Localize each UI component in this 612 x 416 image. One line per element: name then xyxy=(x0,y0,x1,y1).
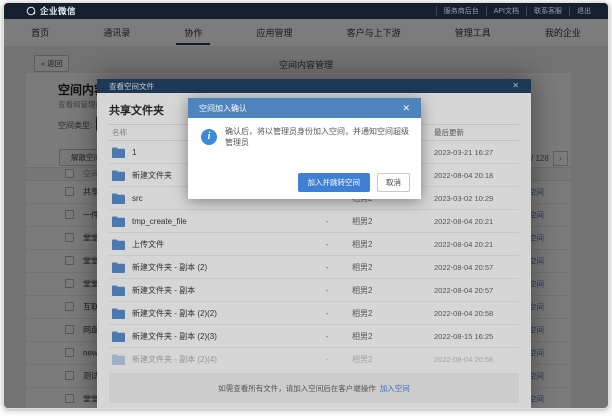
topbar-link[interactable]: 联系客服 xyxy=(526,6,569,16)
wecom-logo-icon xyxy=(26,6,36,16)
join-and-jump-button[interactable]: 加入并跳转空间 xyxy=(298,173,371,192)
topbar-links: 服务商后台API文档联系客服退出 xyxy=(436,6,598,16)
space-join-confirm-modal: 空间加入确认 ✕ i 确认后，将以管理员身份加入空间，并通知空间超级管理员 加入… xyxy=(188,98,421,199)
confirm-modal-title: 空间加入确认 xyxy=(199,103,247,114)
confirm-modal-close-icon[interactable]: ✕ xyxy=(402,103,410,114)
topbar-link[interactable]: 退出 xyxy=(569,6,598,16)
confirm-modal-body: i 确认后，将以管理员身份加入空间，并通知空间超级管理员 加入并跳转空间 取消 xyxy=(188,118,421,199)
cancel-button[interactable]: 取消 xyxy=(377,173,410,192)
topbar-link[interactable]: 服务商后台 xyxy=(436,6,486,16)
confirm-modal-header: 空间加入确认 ✕ xyxy=(188,98,421,118)
confirm-overlay xyxy=(4,19,608,409)
topbar-link[interactable]: API文档 xyxy=(486,6,526,16)
brand-name: 企业微信 xyxy=(40,5,76,17)
confirm-buttons: 加入并跳转空间 取消 xyxy=(298,173,411,192)
topbar: 企业微信 服务商后台API文档联系客服退出 xyxy=(4,3,608,19)
brand[interactable]: 企业微信 xyxy=(26,5,76,17)
app-window: 企业微信 服务商后台API文档联系客服退出 首页通讯录协作应用管理客户与上下游管… xyxy=(3,2,609,409)
info-icon: i xyxy=(201,129,217,145)
confirm-message: 确认后，将以管理员身份加入空间，并通知空间超级管理员 xyxy=(225,127,410,148)
